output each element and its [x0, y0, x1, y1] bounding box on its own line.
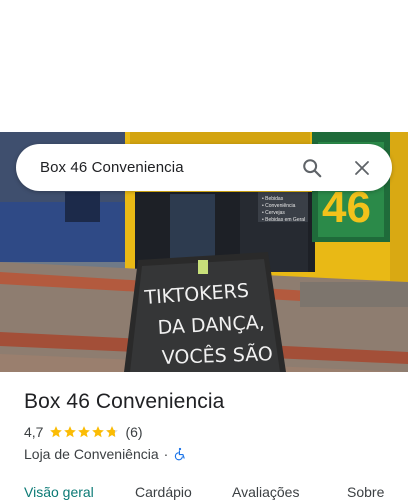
separator-dot: · [163, 446, 169, 462]
tab-cardapio[interactable]: Cardápio [135, 484, 192, 500]
category-row: Loja de Conveniência · [24, 446, 187, 462]
tab-visao-geral[interactable]: Visão geral [24, 484, 94, 500]
svg-text:• Conveniência: • Conveniência [262, 203, 296, 209]
star-icon [64, 426, 77, 438]
place-sheet: • Bebidas • Conveniência • Cervejas • Be… [0, 0, 408, 504]
search-bar[interactable]: Box 46 Conveniencia [16, 144, 392, 191]
star-rating [49, 425, 119, 439]
place-title: Box 46 Conveniencia [24, 390, 225, 413]
search-icon [303, 158, 322, 177]
clear-search-button[interactable] [344, 150, 380, 186]
place-tabs: Visão geral Cardápio Avaliações Sobre [0, 484, 408, 504]
svg-text:• Cervejas: • Cervejas [262, 210, 285, 216]
tab-sobre[interactable]: Sobre [347, 484, 384, 500]
rating-row[interactable]: 4,7 (6) [24, 424, 143, 440]
star-icon [50, 426, 63, 438]
star-icon [92, 426, 105, 438]
search-input[interactable]: Box 46 Conveniencia [40, 159, 294, 176]
star-icon [78, 426, 91, 438]
review-count[interactable]: (6) [125, 424, 142, 440]
tab-avaliacoes[interactable]: Avaliações [232, 484, 299, 500]
svg-text:• Bebidas em Geral: • Bebidas em Geral [262, 217, 305, 223]
rating-value: 4,7 [24, 424, 44, 440]
sign-line-3: VOCÊS SÃO [161, 342, 273, 369]
close-icon [355, 160, 369, 175]
search-button[interactable] [294, 150, 330, 186]
place-category: Loja de Conveniência [24, 446, 159, 462]
star-half-icon [106, 426, 119, 438]
svg-text:• Bebidas: • Bebidas [262, 196, 284, 202]
wheelchair-accessible-icon[interactable] [173, 447, 187, 461]
